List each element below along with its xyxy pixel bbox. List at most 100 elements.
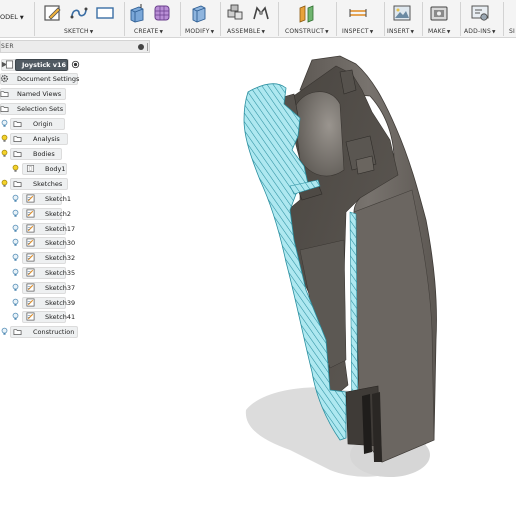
- modify-group: MODIFY▼: [180, 0, 218, 38]
- folder-icon: [13, 121, 22, 128]
- section-analysis-model: [243, 55, 437, 477]
- insert-menu[interactable]: INSERT▼: [387, 28, 414, 35]
- tree-row-document-settings[interactable]: Document Settings: [0, 73, 79, 85]
- sketch-menu-label: SKETCH: [64, 28, 89, 35]
- assemble-menu-label: ASSEMBLE: [227, 28, 261, 35]
- sketch-menu[interactable]: SKETCH▼: [64, 28, 93, 35]
- lightbulb-icon[interactable]: [11, 224, 20, 233]
- chevron-down-icon: ▼: [19, 15, 24, 21]
- insert-image-icon[interactable]: [392, 3, 412, 23]
- create-sketch-icon[interactable]: [43, 3, 63, 23]
- tree-label: Analysis: [33, 135, 60, 143]
- body-icon: [26, 164, 35, 173]
- chevron-down-icon: ▼: [491, 30, 496, 35]
- lightbulb-on-icon[interactable]: [0, 134, 9, 143]
- sketch-icon: [26, 238, 35, 247]
- activate-radio-icon[interactable]: [71, 60, 80, 69]
- select-menu[interactable]: SI: [509, 28, 515, 35]
- workspace-label: ODEL: [0, 13, 18, 21]
- add-ins-menu-label: ADD-INS: [464, 28, 491, 35]
- add-ins-group: ADD-INS▼: [462, 0, 502, 38]
- lightbulb-on-icon[interactable]: [0, 149, 9, 158]
- add-ins-menu[interactable]: ADD-INS▼: [464, 28, 496, 35]
- create-menu[interactable]: CREATE▼: [134, 28, 163, 35]
- create-menu-label: CREATE: [134, 28, 159, 35]
- lightbulb-icon[interactable]: [11, 268, 20, 277]
- tree-label: Sketch39: [45, 298, 76, 307]
- inspect-menu-label: INSPECT: [342, 28, 369, 35]
- sketch-icon: [26, 209, 35, 218]
- lightbulb-icon[interactable]: [0, 119, 9, 128]
- tree-row-named-views[interactable]: Named Views: [0, 88, 66, 100]
- lightbulb-icon[interactable]: [11, 253, 20, 262]
- sketch-icon: [26, 268, 35, 277]
- sketch-icon: [26, 283, 35, 292]
- assemble-menu[interactable]: ASSEMBLE▼: [227, 28, 265, 35]
- 3d-canvas[interactable]: [152, 38, 516, 516]
- line-tool-icon[interactable]: [69, 3, 89, 23]
- toolbar: ODEL ▼ SKETCH▼ CREATE▼ MODIFY▼ ASSEMBLE▼…: [0, 0, 516, 38]
- lightbulb-icon[interactable]: [11, 298, 20, 307]
- lightbulb-icon[interactable]: [11, 283, 20, 292]
- lightbulb-on-icon[interactable]: [11, 164, 20, 173]
- lightbulb-icon[interactable]: [11, 209, 20, 218]
- rectangle-tool-icon[interactable]: [95, 3, 115, 23]
- toolbar-divider: [422, 2, 423, 36]
- tree-label: Sketch1: [45, 195, 72, 203]
- new-component-icon[interactable]: [225, 3, 245, 23]
- tree-label: Sketch30: [45, 239, 76, 248]
- lightbulb-icon[interactable]: [11, 238, 20, 247]
- lightbulb-icon[interactable]: [0, 327, 9, 336]
- select-menu-label: SI: [509, 28, 515, 35]
- folder-icon: [13, 136, 22, 143]
- tree-label: Sketch41: [45, 313, 76, 322]
- modify-menu[interactable]: MODIFY▼: [185, 28, 214, 35]
- insert-group: INSERT▼: [386, 0, 422, 38]
- toolbar-divider: [384, 2, 385, 36]
- assemble-group: ASSEMBLE▼: [222, 0, 274, 38]
- workspace-switcher[interactable]: ODEL ▼: [0, 13, 24, 21]
- panel-grip-icon[interactable]: [147, 43, 148, 51]
- extrude-icon[interactable]: [127, 3, 147, 23]
- measure-icon[interactable]: [348, 3, 368, 23]
- sketch-icon: [26, 194, 35, 203]
- 3d-print-icon[interactable]: [429, 3, 449, 23]
- tree-label: Sketch32: [45, 254, 76, 263]
- construct-menu[interactable]: CONSTRUCT▼: [285, 28, 329, 35]
- lightbulb-on-icon[interactable]: [0, 179, 9, 188]
- folder-icon: [13, 329, 22, 336]
- chevron-down-icon: ▼: [210, 30, 215, 35]
- chevron-down-icon: ▼: [410, 30, 415, 35]
- tree-row-selection-sets[interactable]: Selection Sets: [0, 103, 66, 115]
- scripts-addins-icon[interactable]: [470, 3, 490, 23]
- toolbar-divider: [34, 2, 35, 36]
- browser-title: SER: [1, 43, 14, 50]
- inspect-menu[interactable]: INSPECT▼: [342, 28, 373, 35]
- root-component-label: Joystick v16: [22, 61, 67, 69]
- press-pull-icon[interactable]: [189, 3, 209, 23]
- tree-label: Sketch35: [45, 269, 76, 277]
- joint-icon[interactable]: [251, 3, 271, 23]
- chevron-down-icon: ▼: [89, 30, 94, 35]
- collapse-icon[interactable]: [138, 44, 144, 50]
- folder-icon: [0, 106, 9, 113]
- tree-label: Sketch17: [45, 224, 76, 233]
- offset-plane-icon[interactable]: [297, 3, 317, 23]
- construct-group: CONSTRUCT▼: [282, 0, 332, 38]
- lightbulb-icon[interactable]: [11, 312, 20, 321]
- inspect-group: INSPECT▼: [338, 0, 382, 38]
- sketch-icon: [26, 298, 35, 307]
- lightbulb-icon[interactable]: [11, 194, 20, 203]
- select-group: SI: [505, 0, 516, 38]
- chevron-down-icon: ▼: [446, 30, 451, 35]
- tree-label: Sketch37: [45, 283, 76, 292]
- form-icon[interactable]: [152, 3, 172, 23]
- make-menu[interactable]: MAKE▼: [428, 28, 450, 35]
- tree-label: Origin: [33, 120, 53, 128]
- folder-icon: [0, 91, 9, 98]
- root-component-node[interactable]: Joystick v16: [15, 59, 68, 71]
- folder-icon: [13, 181, 22, 188]
- toolbar-divider: [336, 2, 337, 36]
- chevron-down-icon: ▼: [159, 30, 164, 35]
- chevron-down-icon: ▼: [369, 30, 374, 35]
